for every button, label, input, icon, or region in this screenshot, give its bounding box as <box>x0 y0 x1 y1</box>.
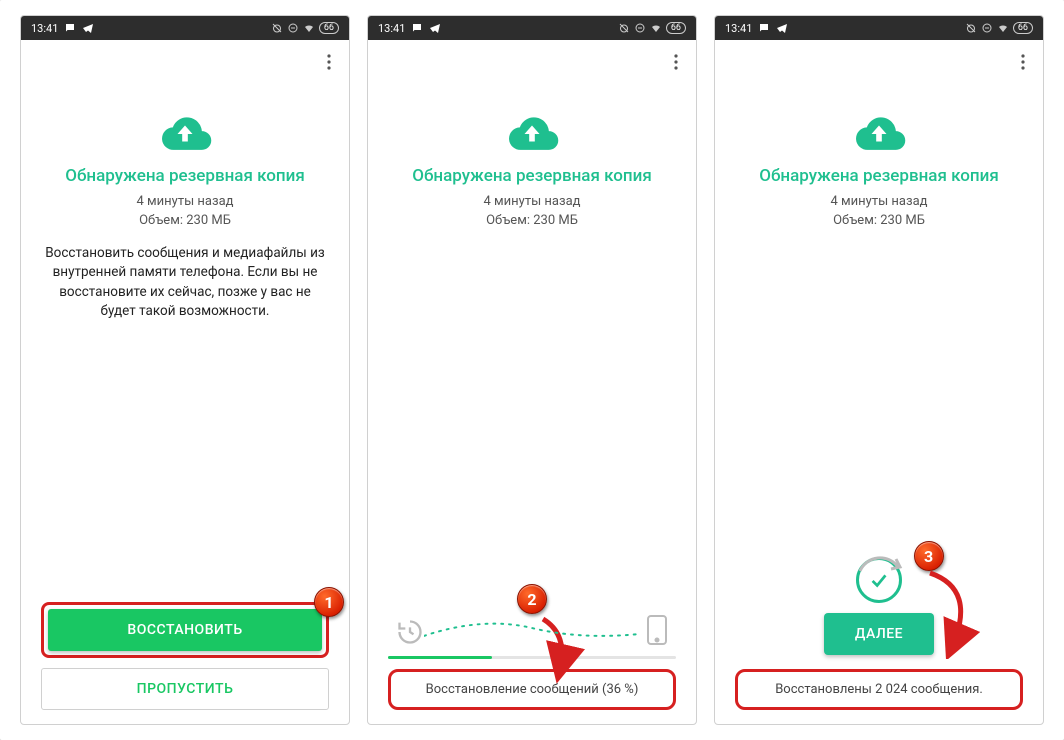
status-bar: 13:41 66 <box>715 16 1043 40</box>
app-bar <box>715 40 1043 84</box>
chat-icon <box>758 22 770 34</box>
bottom-progress: 2 Восстановление сообщений (36 %) <box>388 614 676 724</box>
backup-size: Объем: 230 МБ <box>486 213 578 230</box>
status-time: 13:41 <box>31 22 58 35</box>
restore-title: Обнаружена резервная копия <box>65 166 305 186</box>
phone-screenshot-3: 13:41 66 Обнаружена резервная копия 4 ми… <box>714 15 1044 725</box>
dnd-icon <box>634 22 646 34</box>
status-time: 13:41 <box>378 22 405 35</box>
progress-illustration <box>388 614 676 654</box>
next-button[interactable]: ДАЛЕЕ <box>824 613 934 655</box>
history-icon <box>396 618 424 646</box>
more-menu-button[interactable] <box>317 50 341 74</box>
alarm-off-icon <box>965 22 977 34</box>
restore-description: Восстановить сообщения и медиафайлы из в… <box>41 244 329 322</box>
wifi-icon <box>303 22 315 34</box>
backup-size: Объем: 230 МБ <box>833 213 925 230</box>
callout-badge-1: 1 <box>314 587 344 617</box>
dnd-icon <box>287 22 299 34</box>
bottom-done: 3 ДАЛЕЕ Восстановлены 2 024 сообщения. <box>735 557 1023 724</box>
refresh-arc-icon <box>850 551 908 609</box>
status-bar: 13:41 66 <box>368 16 696 40</box>
cloud-upload-icon <box>502 112 562 154</box>
status-time: 13:41 <box>725 22 752 35</box>
restore-title: Обнаружена резервная копия <box>412 166 652 186</box>
status-bar: 13:41 66 <box>21 16 349 40</box>
restore-content: Обнаружена резервная копия 4 минуты наза… <box>21 84 349 724</box>
progress-bar <box>388 656 676 659</box>
telegram-icon <box>82 22 94 34</box>
cloud-upload-icon <box>849 112 909 154</box>
dotted-path <box>424 620 640 640</box>
phone-icon <box>646 614 668 646</box>
wifi-icon <box>650 22 662 34</box>
alarm-off-icon <box>618 22 630 34</box>
restore-content: Обнаружена резервная копия 4 минуты наза… <box>368 84 696 724</box>
annotation-highlight: ВОССТАНОВИТЬ 1 <box>41 602 329 658</box>
restore-content: Обнаружена резервная копия 4 минуты наза… <box>715 84 1043 724</box>
battery-indicator: 66 <box>666 22 686 34</box>
dnd-icon <box>981 22 993 34</box>
backup-size: Объем: 230 МБ <box>139 213 231 230</box>
tutorial-canvas: 13:41 66 Обнаружена резервная копия 4 ми… <box>0 0 1064 740</box>
chat-icon <box>64 22 76 34</box>
backup-time: 4 минуты назад <box>831 194 928 211</box>
battery-indicator: 66 <box>319 22 339 34</box>
backup-time: 4 минуты назад <box>484 194 581 211</box>
restore-button[interactable]: ВОССТАНОВИТЬ <box>48 609 322 651</box>
phone-screenshot-1: 13:41 66 Обнаружена резервная копия 4 ми… <box>20 15 350 725</box>
bottom-actions: ВОССТАНОВИТЬ 1 ПРОПУСТИТЬ <box>41 602 329 724</box>
annotation-arrow <box>922 569 1002 659</box>
app-bar <box>368 40 696 84</box>
phone-screenshot-2: 13:41 66 Обнаружена резервная копия 4 ми… <box>367 15 697 725</box>
backup-time: 4 минуты назад <box>137 194 234 211</box>
telegram-icon <box>429 22 441 34</box>
app-bar <box>21 40 349 84</box>
battery-indicator: 66 <box>1013 22 1033 34</box>
more-menu-button[interactable] <box>1011 50 1035 74</box>
callout-badge-3: 3 <box>914 541 944 571</box>
success-checkmark <box>856 557 902 603</box>
alarm-off-icon <box>271 22 283 34</box>
progress-status: Восстановление сообщений (36 %) <box>388 669 676 710</box>
restore-title: Обнаружена резервная копия <box>759 166 999 186</box>
skip-button[interactable]: ПРОПУСТИТЬ <box>41 668 329 710</box>
telegram-icon <box>776 22 788 34</box>
cloud-upload-icon <box>155 112 215 154</box>
more-menu-button[interactable] <box>664 50 688 74</box>
done-status: Восстановлены 2 024 сообщения. <box>735 669 1023 710</box>
callout-badge-2: 2 <box>517 584 547 614</box>
chat-icon <box>411 22 423 34</box>
wifi-icon <box>997 22 1009 34</box>
